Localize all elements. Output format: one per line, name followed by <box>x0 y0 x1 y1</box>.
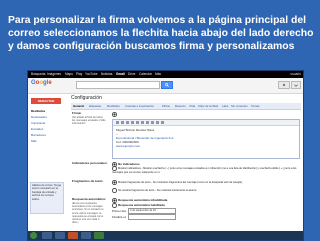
signature-link[interactable]: www.ejemplo.com <box>116 144 140 148</box>
gear-icon <box>282 83 286 87</box>
last-day-label: Finaliza el: <box>112 215 127 219</box>
snippets-option-show[interactable]: Mostrar fragmentos de texto - Se mostrar… <box>112 180 298 185</box>
tab-filters[interactable]: Filtros <box>162 103 170 109</box>
option-label: Mostrar indicadores - Mostrar una flecha… <box>112 166 297 174</box>
topbar-link[interactable]: Noticias <box>101 71 112 78</box>
bold-icon[interactable] <box>126 121 129 124</box>
text-size-icon[interactable] <box>121 121 124 124</box>
tab-general[interactable]: General <box>73 103 84 109</box>
signature-line: Miguel Bolívar Mendez Baca <box>116 128 155 132</box>
slide-title: Para personalizar la firma volvemos a la… <box>8 15 314 52</box>
topbar-link[interactable]: Maps <box>65 71 73 78</box>
snippets-option-hide[interactable]: No mostrar fragmentos de texto - Se most… <box>112 188 197 193</box>
option-label: Respuesta automática habilitada <box>117 203 165 208</box>
taskbar-app[interactable] <box>94 232 104 239</box>
tab-themes[interactable]: Temas <box>251 103 260 109</box>
tab-offline[interactable]: Sin conexión <box>231 103 248 109</box>
tab-inbox[interactable]: Recibidos <box>107 103 120 109</box>
sidebar: REDACTAR Recibidos Destacados Importante… <box>28 94 67 240</box>
tab-labs[interactable]: Labs <box>222 103 228 109</box>
option-label: Respuesta automática inhabilitada <box>117 198 168 203</box>
personal-option-show[interactable]: Mostrar indicadores - Mostrar una flecha… <box>112 166 298 174</box>
italic-icon[interactable] <box>131 121 134 124</box>
search-icon <box>165 83 169 87</box>
radio-selected[interactable] <box>112 112 117 117</box>
signature-hint: (Se añade al final de todos los mensajes… <box>72 116 106 126</box>
settings-gear-button[interactable] <box>278 81 290 89</box>
topbar-link[interactable]: Búsqueda <box>31 71 45 78</box>
page-title: Configuración <box>71 95 102 101</box>
image-icon[interactable] <box>151 121 154 124</box>
tip-box: Hábitos de correo: Tenga solo lo necesar… <box>30 182 64 214</box>
underline-icon[interactable] <box>136 121 139 124</box>
sidebar-item-inbox[interactable]: Recibidos <box>31 109 45 113</box>
search-button[interactable] <box>161 81 173 89</box>
taskbar-app[interactable] <box>81 232 91 239</box>
gmail-screenshot: Búsqueda Imágenes Maps Play YouTube Noti… <box>27 70 304 241</box>
radio-selected[interactable] <box>112 198 117 203</box>
taskbar-app[interactable] <box>55 232 65 239</box>
radio-selected[interactable] <box>112 180 117 185</box>
sidebar-item-drafts[interactable]: Borradores <box>31 133 46 137</box>
taskbar-app[interactable] <box>68 232 78 239</box>
option-label: Mostrar fragmentos de texto - Se mostrar… <box>117 180 243 184</box>
text-color-icon[interactable] <box>141 121 144 124</box>
sidebar-item-more[interactable]: Más <box>31 139 37 143</box>
sidebar-item-starred[interactable]: Destacados <box>31 115 47 119</box>
taskbar-app[interactable] <box>42 232 52 239</box>
autoreply-on[interactable]: Respuesta automática habilitada <box>112 203 165 208</box>
sidebar-item-important[interactable]: Importante <box>31 121 45 125</box>
topbar-link[interactable]: Imágenes <box>47 71 61 78</box>
settings-panel: Configuración General Etiquetas Recibido… <box>68 94 303 240</box>
personal-indicators-label: Indicadores personales: <box>72 161 108 165</box>
first-day-label: Primer día: <box>112 209 127 213</box>
tab-chat[interactable]: Chat <box>189 103 195 109</box>
settings-tabs: General Etiquetas Recibidos Cuentas e im… <box>71 103 301 110</box>
windows-taskbar <box>28 231 303 240</box>
google-top-bar: Búsqueda Imágenes Maps Play YouTube Noti… <box>28 71 303 78</box>
link-icon[interactable] <box>146 121 149 124</box>
tab-forwarding[interactable]: Reenvío <box>175 103 186 109</box>
tab-labels[interactable]: Etiquetas <box>89 103 101 109</box>
search-input[interactable] <box>76 81 160 89</box>
radio-unselected[interactable] <box>112 188 117 193</box>
list-icon[interactable] <box>161 121 164 124</box>
editor-toolbar <box>113 120 299 126</box>
compose-button[interactable]: REDACTAR <box>31 98 61 104</box>
topbar-link[interactable]: Play <box>76 71 82 78</box>
start-button[interactable] <box>30 232 37 239</box>
sidebar-item-sent[interactable]: Enviados <box>31 127 43 131</box>
gmail-header: Google <box>28 78 303 94</box>
topbar-link[interactable]: Drive <box>128 71 135 78</box>
topbar-link[interactable]: YouTube <box>85 71 98 78</box>
tab-accounts[interactable]: Cuentas e importación <box>125 103 154 109</box>
topbar-link[interactable]: Calendar <box>139 71 152 78</box>
tab-web-clips[interactable]: Clips de la Web <box>198 103 218 109</box>
signature-editor[interactable]: Miguel Bolívar Mendez Baca -- El profesi… <box>112 119 300 159</box>
radio-unselected[interactable] <box>112 203 117 208</box>
autoreply-off[interactable]: Respuesta automática inhabilitada <box>112 198 167 203</box>
font-icon[interactable] <box>116 121 119 124</box>
user-account[interactable]: usuario <box>291 71 301 78</box>
option-label: No mostrar fragmentos de texto - Se most… <box>117 188 197 192</box>
signature-radio[interactable] <box>112 112 118 117</box>
topbar-link[interactable]: Más <box>155 71 161 78</box>
snippets-label: Fragmentos de texto: <box>72 179 104 183</box>
align-icon[interactable] <box>156 121 159 124</box>
google-logo: Google <box>31 80 52 86</box>
chevron-down-icon <box>294 83 298 87</box>
chevron-down-button[interactable] <box>291 81 301 89</box>
topbar-link-gmail[interactable]: Gmail <box>116 71 125 78</box>
autoreply-hint: (Envía una respuesta automática a los me… <box>72 202 104 225</box>
last-day-field[interactable] <box>128 214 176 220</box>
